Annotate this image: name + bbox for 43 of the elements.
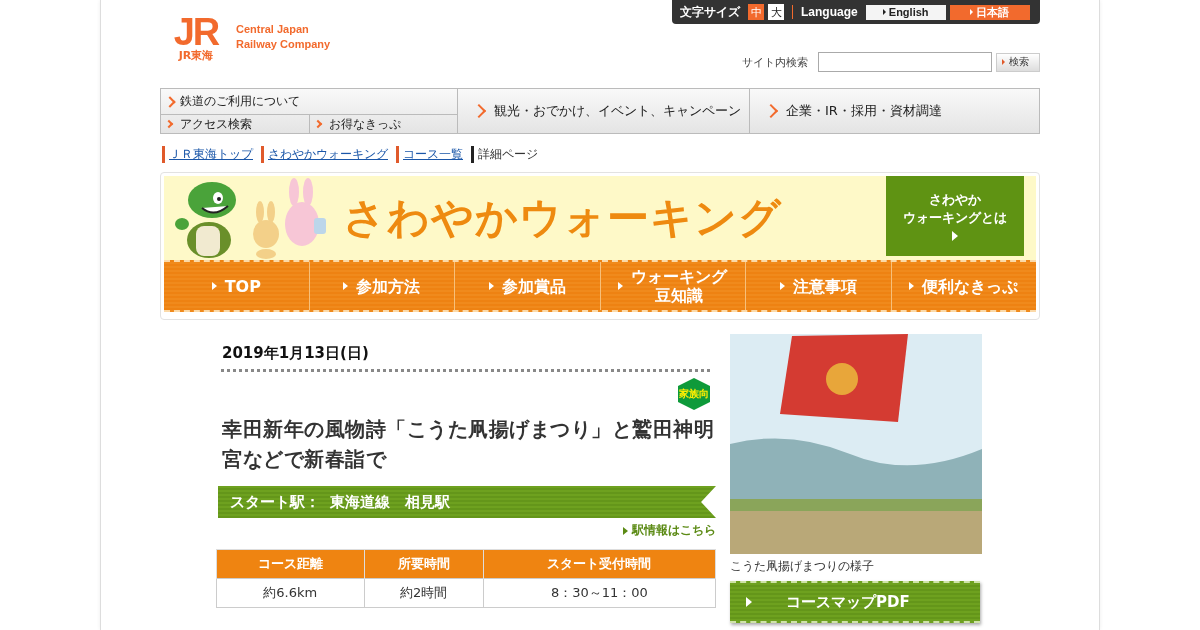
search-button[interactable]: 検索 <box>996 52 1040 72</box>
banner-nav-item[interactable]: 参加賞品 <box>455 262 601 310</box>
nav-link[interactable]: お得なきっぷ <box>309 115 457 133</box>
banner-nav-item[interactable]: TOP <box>164 262 310 310</box>
banner-nav-item[interactable]: 参加方法 <box>309 262 455 310</box>
table-cell: 8：30～11：00 <box>483 578 716 608</box>
course-map-pdf-button[interactable]: コースマップPDF <box>730 581 980 623</box>
table-cell: 約2時間 <box>364 578 484 608</box>
banner-nav-item[interactable]: 便利なきっぷ <box>891 262 1036 310</box>
company-name: Railway Company <box>236 37 331 52</box>
nav-link[interactable]: 鉄道のご利用について <box>161 89 457 114</box>
breadcrumb-link[interactable]: さわやかウォーキング <box>261 146 388 163</box>
family-badge: 家族向 <box>678 378 710 410</box>
table-header: 所要時間 <box>364 549 484 579</box>
language-button[interactable]: 日本語 <box>949 4 1030 20</box>
language-button[interactable]: English <box>865 4 946 20</box>
banner-nav-item[interactable]: ウォーキング 豆知識 <box>600 262 746 310</box>
about-link[interactable]: さわやか ウォーキングとは <box>886 176 1024 256</box>
table-header: コース距離 <box>216 549 364 579</box>
breadcrumb-link[interactable]: ＪＲ東海トップ <box>162 146 253 163</box>
breadcrumb-current: 詳細ページ <box>471 146 538 163</box>
event-date: 2019年1月13日(日) <box>221 343 370 364</box>
font-size-button[interactable]: 中 <box>748 4 764 20</box>
search-field[interactable] <box>818 52 992 72</box>
search-label: サイト内検索 <box>742 54 808 70</box>
table-header: スタート受付時間 <box>483 549 716 579</box>
logo-subtitle: JR東海 <box>178 48 214 63</box>
language-label: Language <box>801 5 858 19</box>
font-size-button[interactable]: 大 <box>768 4 784 20</box>
company-name: Central Japan <box>236 22 310 37</box>
table-cell: 約6.6km <box>216 578 364 608</box>
station-info-link[interactable]: 駅情報はこちら <box>623 522 716 539</box>
breadcrumb-link[interactable]: コース一覧 <box>396 146 463 163</box>
nav-link[interactable]: アクセス検索 <box>161 115 310 133</box>
nav-link[interactable]: 観光・おでかけ、イベント、キャンペーン <box>458 89 750 133</box>
nav-link[interactable]: 企業・IR・採用・資材調達 <box>750 89 1039 133</box>
banner-title: さわやかウォーキング <box>343 192 782 244</box>
font-size-label: 文字サイズ <box>680 3 740 21</box>
banner-nav-item[interactable]: 注意事項 <box>746 262 892 310</box>
jr-logo-mark[interactable]: JR <box>173 16 219 48</box>
start-station-banner: スタート駅： 東海道線 相見駅 <box>218 486 716 518</box>
photo-caption: こうた凧揚げまつりの様子 <box>730 558 875 575</box>
event-title: 幸田新年の風物詩「こうた凧揚げまつり」と鷲田神明宮などで新春詣で <box>222 416 715 473</box>
